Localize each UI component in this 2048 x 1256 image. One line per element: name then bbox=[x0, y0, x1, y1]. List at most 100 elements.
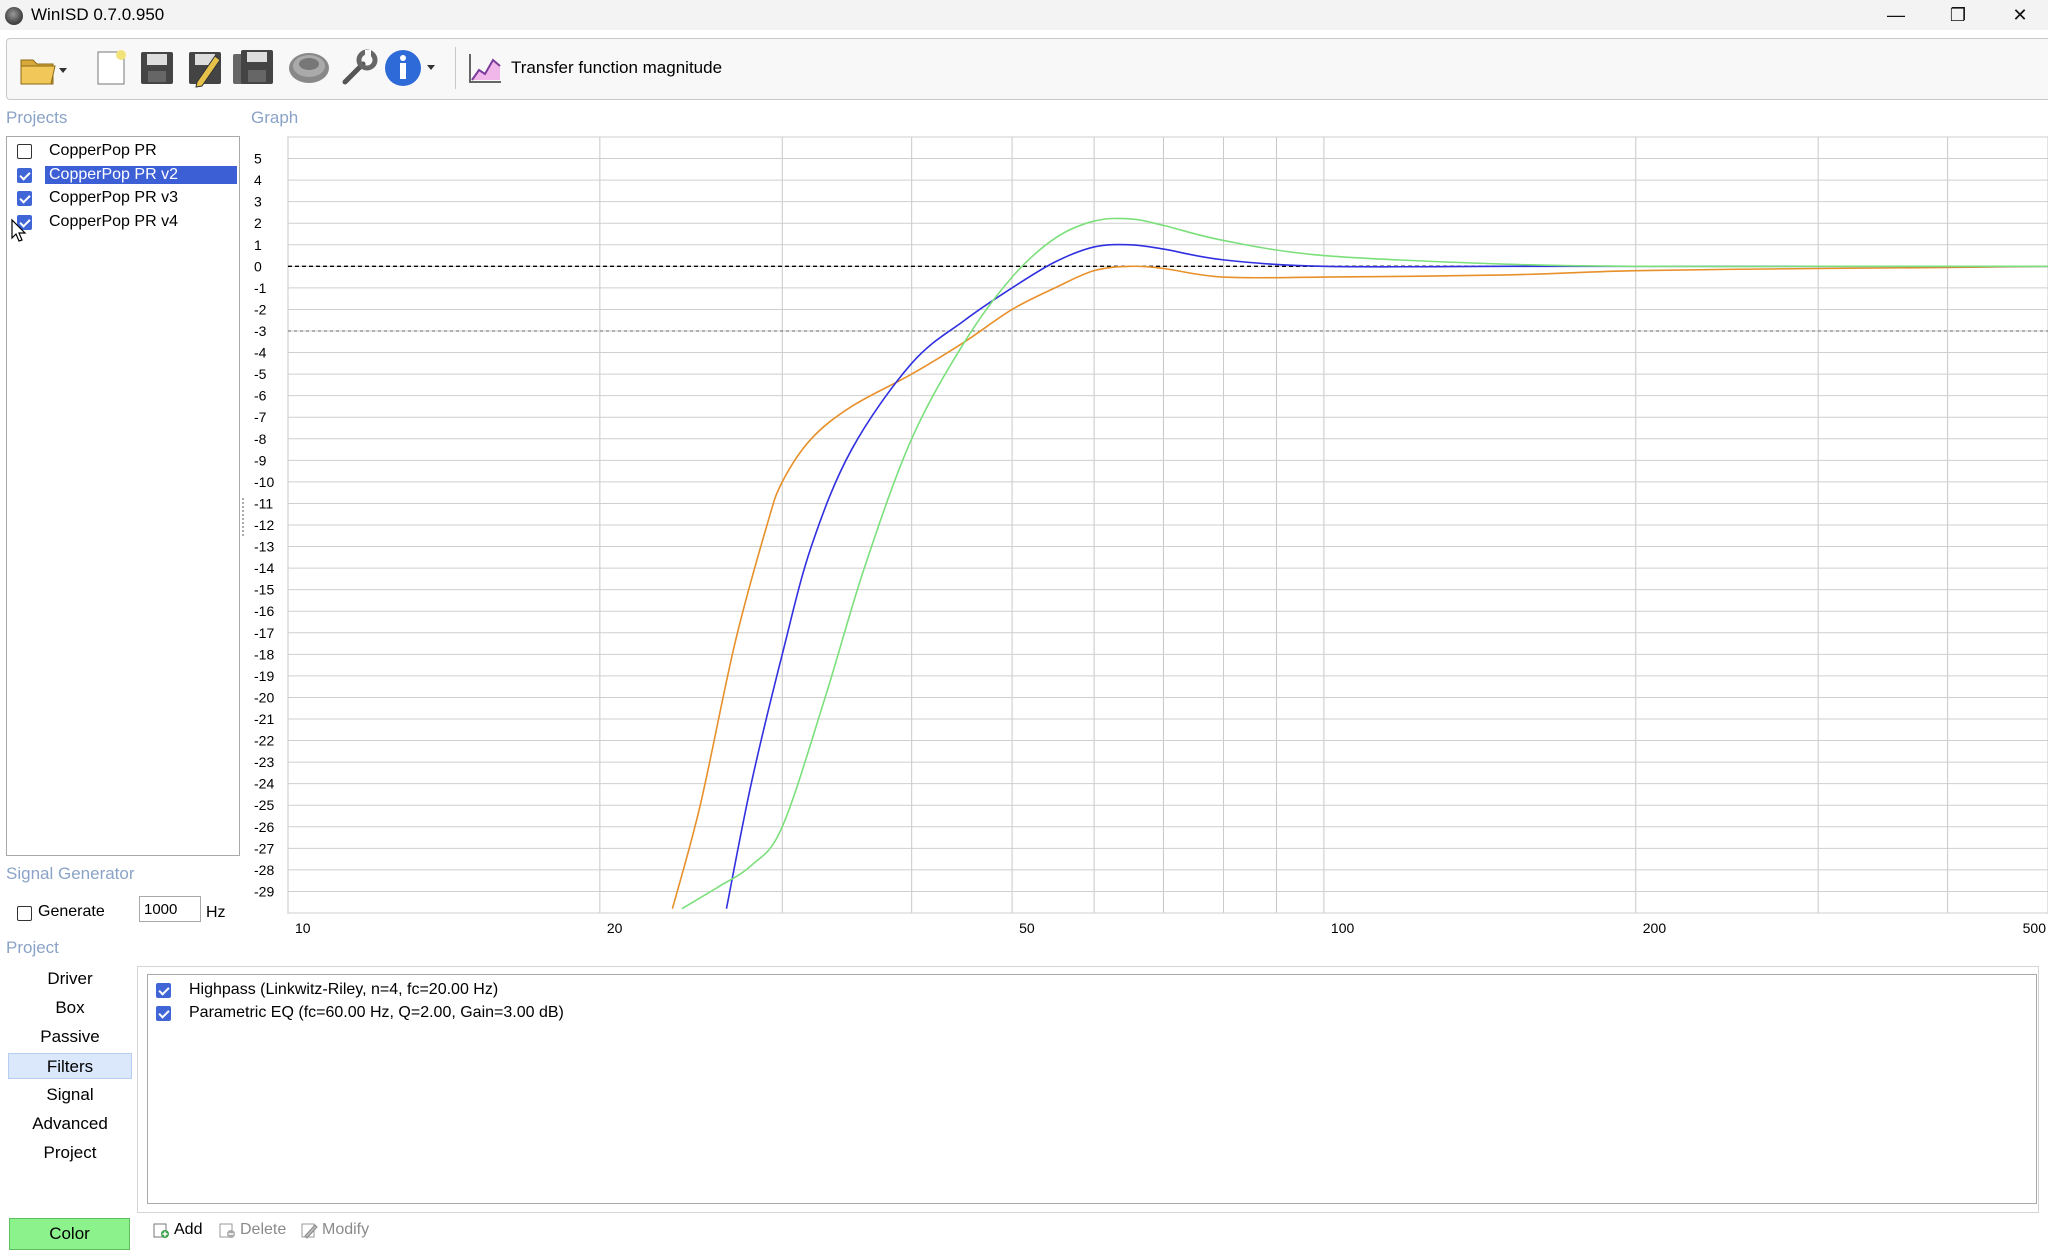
x-tick-label: 500 bbox=[2023, 920, 2047, 936]
y-tick-label: -17 bbox=[254, 625, 274, 641]
generate-label: Generate bbox=[38, 903, 105, 920]
project-label: CopperPop PR bbox=[49, 142, 157, 159]
filter-label: Highpass (Linkwitz-Riley, n=4, fc=20.00 … bbox=[189, 981, 499, 998]
y-tick-label: 4 bbox=[254, 172, 262, 188]
save-icon[interactable] bbox=[135, 46, 179, 90]
nav-advanced[interactable]: Advanced bbox=[8, 1111, 132, 1137]
project-label: CopperPop PR v3 bbox=[49, 189, 178, 206]
y-tick-label: -13 bbox=[254, 539, 274, 555]
restore-button[interactable]: ❐ bbox=[1928, 0, 1988, 30]
x-tick-label: 50 bbox=[1019, 920, 1035, 936]
project-item[interactable]: CopperPop PR bbox=[11, 141, 241, 163]
y-tick-label: -15 bbox=[254, 582, 274, 598]
signal-generator-header: Signal Generator bbox=[6, 864, 135, 883]
y-tick-label: -29 bbox=[254, 883, 274, 899]
y-tick-label: -16 bbox=[254, 603, 274, 619]
y-tick-label: -3 bbox=[254, 323, 267, 339]
filters-list: Highpass (Linkwitz-Riley, n=4, fc=20.00 … bbox=[147, 974, 2037, 1204]
transfer-function-graph[interactable]: 543210-1-2-3-4-5-6-7-8-9-10-11-12-13-14-… bbox=[240, 130, 2048, 938]
splitter-handle[interactable] bbox=[242, 498, 248, 536]
nav-box[interactable]: Box bbox=[8, 995, 132, 1021]
toolbar: Transfer function magnitude bbox=[6, 38, 2048, 100]
x-tick-label: 20 bbox=[607, 920, 623, 936]
x-tick-label: 100 bbox=[1331, 920, 1355, 936]
generate-checkbox[interactable] bbox=[17, 906, 32, 921]
project-checkbox[interactable] bbox=[17, 168, 32, 183]
new-document-icon[interactable] bbox=[89, 46, 133, 90]
info-icon[interactable] bbox=[383, 46, 443, 90]
y-tick-label: -10 bbox=[254, 474, 274, 490]
y-tick-label: -20 bbox=[254, 689, 274, 705]
mouse-cursor-icon bbox=[11, 218, 27, 242]
projects-header: Projects bbox=[6, 108, 68, 127]
close-button[interactable]: ✕ bbox=[1990, 0, 2048, 30]
y-tick-label: -7 bbox=[254, 409, 267, 425]
project-checkbox[interactable] bbox=[17, 144, 32, 159]
graph-type-label: Transfer function magnitude bbox=[511, 58, 723, 77]
y-tick-label: -2 bbox=[254, 301, 267, 317]
y-tick-label: 1 bbox=[254, 237, 262, 253]
x-tick-label: 10 bbox=[295, 920, 311, 936]
y-tick-label: -1 bbox=[254, 280, 267, 296]
y-tick-label: 2 bbox=[254, 215, 262, 231]
nav-filters[interactable]: Filters bbox=[8, 1053, 132, 1079]
tools-icon[interactable] bbox=[337, 46, 381, 90]
filter-label: Parametric EQ (fc=60.00 Hz, Q=2.00, Gain… bbox=[189, 1004, 564, 1021]
color-button[interactable]: Color bbox=[9, 1218, 130, 1250]
nav-passive-radiator[interactable]: Passive Radiator bbox=[8, 1024, 132, 1072]
delete-label: Delete bbox=[240, 1221, 287, 1238]
project-item[interactable]: CopperPop PR v4 bbox=[11, 212, 241, 234]
add-filter-button[interactable]: Add bbox=[152, 1218, 202, 1242]
y-tick-label: -12 bbox=[254, 517, 274, 533]
window-title: WinISD 0.7.0.950 bbox=[31, 5, 165, 24]
modify-icon bbox=[301, 1223, 318, 1239]
y-tick-label: -27 bbox=[254, 840, 274, 856]
y-tick-label: -8 bbox=[254, 431, 267, 447]
project-item[interactable]: CopperPop PR v3 bbox=[11, 188, 241, 210]
save-all-icon[interactable] bbox=[231, 46, 275, 90]
y-tick-label: -26 bbox=[254, 819, 274, 835]
y-tick-label: -4 bbox=[254, 345, 267, 361]
graph-icon[interactable] bbox=[463, 46, 507, 90]
y-tick-label: -18 bbox=[254, 646, 274, 662]
delete-icon bbox=[219, 1223, 235, 1238]
y-tick-label: -14 bbox=[254, 560, 274, 576]
open-folder-icon[interactable] bbox=[17, 46, 69, 90]
title-bar bbox=[0, 0, 2048, 30]
y-tick-label: -23 bbox=[254, 754, 274, 770]
y-tick-label: 3 bbox=[254, 194, 262, 210]
projects-list: CopperPop PR CopperPop PR v2 CopperPop P… bbox=[6, 136, 240, 856]
y-tick-label: -22 bbox=[254, 733, 274, 749]
y-tick-label: -28 bbox=[254, 862, 274, 878]
y-tick-label: -21 bbox=[254, 711, 274, 727]
add-label: Add bbox=[174, 1221, 203, 1238]
graph-header: Graph bbox=[251, 108, 299, 127]
project-label: CopperPop PR v2 bbox=[45, 166, 237, 184]
app-icon bbox=[5, 7, 23, 25]
project-item[interactable]: CopperPop PR v2 bbox=[11, 165, 241, 187]
driver-icon[interactable] bbox=[287, 46, 331, 90]
y-tick-label: -9 bbox=[254, 452, 267, 468]
project-header: Project bbox=[6, 938, 59, 957]
filter-checkbox[interactable] bbox=[156, 983, 171, 998]
y-tick-label: -11 bbox=[254, 495, 273, 511]
project-label: CopperPop PR v4 bbox=[49, 213, 178, 230]
delete-filter-button[interactable]: Delete bbox=[218, 1218, 286, 1242]
filter-checkbox[interactable] bbox=[156, 1006, 171, 1021]
modify-label: Modify bbox=[322, 1221, 370, 1238]
modify-filter-button[interactable]: Modify bbox=[300, 1218, 369, 1242]
frequency-unit: Hz bbox=[206, 904, 226, 921]
nav-signal[interactable]: Signal bbox=[8, 1082, 132, 1108]
y-tick-label: -24 bbox=[254, 776, 274, 792]
y-tick-label: -25 bbox=[254, 797, 274, 813]
add-icon bbox=[153, 1223, 169, 1238]
project-checkbox[interactable] bbox=[17, 191, 32, 206]
nav-project[interactable]: Project bbox=[8, 1140, 132, 1166]
y-tick-label: -6 bbox=[254, 388, 267, 404]
y-tick-label: 0 bbox=[254, 258, 262, 274]
nav-driver[interactable]: Driver bbox=[8, 966, 132, 992]
minimize-button[interactable]: — bbox=[1866, 0, 1926, 30]
x-tick-label: 200 bbox=[1643, 920, 1667, 936]
save-as-icon[interactable] bbox=[183, 46, 227, 90]
frequency-input[interactable] bbox=[139, 896, 201, 922]
